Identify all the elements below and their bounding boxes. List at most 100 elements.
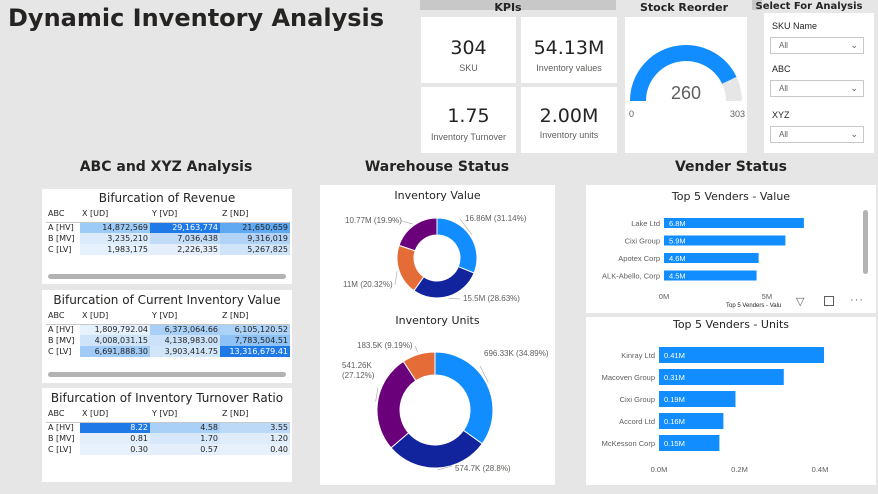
matrix-revenue-card: Bifurcation of Revenue ABC X [UD] Y [VD] Z … [42,189,292,284]
kpi-header: KPIs [494,1,522,14]
kpi-card-inventory-units: 2.00M Inventory units [521,87,617,153]
matrix-row-label: A [HV] [48,325,74,335]
matrix-row-label: B [MV] [48,434,75,443]
matrix-column-header[interactable]: Z [ND] [220,406,290,423]
matrix-row: A [HV] 14,872,569 29,163,774 21,650,659 [46,222,290,233]
matrix-cell: 6,373,064.66 [150,324,220,335]
donut-data-label: 10.77M (19.9%) [345,216,402,225]
stock-reorder-gauge-card: 260 0 303 [625,17,747,153]
bar-category-label: Accord Ltd [619,417,655,426]
bar-category-label: McKesson Corp [602,439,655,448]
matrix-inventory-value-table: ABC X [UD] Y [VD] Z [ND] A [HV] 1,809,792.04 6… [46,308,290,357]
bar-data-label: 4.5M [669,272,686,281]
slicer-label-xyz: XYZ [772,110,790,120]
tooltip-label: Top 5 Venders - Valu [726,303,782,309]
bar-data-label: 0.16M [664,417,685,426]
donut-data-label: 15.5M (28.63%) [463,294,520,303]
more-options-icon[interactable]: ··· [850,294,864,306]
kpi-card-inventory-values: 54.13M Inventory values [521,17,617,83]
donut-inventory-units: 696.33K (34.89%) 574.7K (28.8%) 541.26K(27… [342,341,549,473]
bar-category-label: Apotex Corp [618,254,660,263]
bar-data-label: 0.41M [664,351,685,360]
matrix-header-row: ABC X [UD] Y [VD] Z [ND] [46,406,290,423]
matrix-cell: 4,138,983.00 [150,335,220,346]
vender-value-chart-card: Top 5 Venders - Value Lake Ltd 6.8M Cixi G… [586,185,876,313]
matrix-column-header[interactable]: Z [ND] [220,206,290,223]
matrix-row-label: C [LV] [48,245,72,254]
kpi-label: SKU [459,63,478,73]
matrix-title: Bifurcation of Inventory Turnover Ratio [50,391,284,405]
matrix-column-header[interactable]: Y [VD] [150,206,220,223]
matrix-cell: 0.81 [80,433,150,444]
matrix-column-header[interactable]: Z [ND] [220,308,290,325]
leader-line [394,271,398,286]
leader-line [414,345,419,353]
kpi-value: 54.13M [533,37,605,59]
section-title-warehouse: Warehouse Status [364,159,510,175]
dropdown-value: All [779,84,788,93]
matrix-row-label: A [HV] [48,223,74,233]
donut-slice[interactable] [436,217,478,274]
kpi-card-sku: 304 SKU [421,17,516,83]
matrix-title: Bifurcation of Revenue [98,191,236,205]
axis-tick-label: 0.0M [651,465,668,474]
kpi-label: Inventory units [539,130,599,140]
matrix-cell: 7,783,504.51 [220,335,290,346]
matrix-cell: 6,691,888.30 [80,346,150,357]
matrix-row: C [LV] 6,691,888.30 3,903,414.75 13,316,679… [46,346,290,357]
dropdown-value: All [779,41,788,50]
matrix-cell: 1.70 [150,433,220,444]
matrix-column-header[interactable]: X [UD] [80,406,150,423]
donut-data-label: 574.7K (28.8%) [455,464,511,473]
matrix-row: A [HV] 1,809,792.04 6,373,064.66 6,105,120.… [46,324,290,335]
vertical-scrollbar[interactable] [863,210,868,274]
bar-data-label: 4.6M [669,254,686,263]
bar-category-label: Cixi Group [620,395,655,404]
matrix-row-label: B [MV] [48,336,75,345]
vender-units-chart-card: Top 5 Venders - Units Kinray Ltd 0.41M Mac… [586,317,876,485]
donut-slice[interactable] [398,217,438,252]
matrix-column-header[interactable]: X [UD] [80,206,150,223]
slicer-dropdown-abc[interactable]: All ⌄ [770,80,864,97]
matrix-row: B [MV] 3,235,210 7,036,438 9,316,019 [46,233,290,244]
gauge-value: 260 [671,83,701,103]
matrix-cell: 1.20 [220,433,290,444]
bar-category-label: ALK-Abello, Corp [602,272,660,281]
matrix-title: Bifurcation of Current Inventory Value [53,293,281,307]
donut-slice[interactable] [434,351,494,445]
matrix-cell: 0.57 [150,444,220,455]
matrix-cell: 5,267,825 [220,244,290,255]
horizontal-scrollbar[interactable] [48,274,286,279]
kpi-value: 2.00M [539,105,599,127]
matrix-column-header[interactable]: ABC [46,206,80,223]
filter-icon[interactable]: ▽ [796,295,804,308]
matrix-row: A [HV] 8.22 4.58 3.55 [46,422,290,433]
bar-data-label: 5.9M [669,237,686,246]
matrix-row-label: C [LV] [48,445,72,454]
matrix-turnover-card: Bifurcation of Inventory Turnover Ratio … [42,388,292,482]
page-title: Dynamic Inventory Analysis [8,4,385,32]
matrix-column-header[interactable]: Y [VD] [150,308,220,325]
slicer-dropdown-xyz[interactable]: All ⌄ [770,126,864,143]
section-title-vender: Vender Status [674,159,788,175]
focus-mode-icon[interactable] [824,296,834,306]
slicer-dropdown-sku-name[interactable]: All ⌄ [770,37,864,54]
bar-data-label: 0.15M [664,439,685,448]
matrix-column-header[interactable]: ABC [46,308,80,325]
matrix-revenue-table: ABC X [UD] Y [VD] Z [ND] A [HV] 14,872,569 29,… [46,206,290,255]
matrix-row: B [MV] 0.81 1.70 1.20 [46,433,290,444]
matrix-cell: 29,163,774 [150,222,220,233]
chevron-down-icon: ⌄ [850,129,858,139]
matrix-cell: 3,903,414.75 [150,346,220,357]
axis-tick-label: 0M [659,292,669,301]
horizontal-scrollbar[interactable] [48,372,286,377]
matrix-column-header[interactable]: Y [VD] [150,406,220,423]
matrix-cell: 2,226,335 [150,244,220,255]
matrix-column-header[interactable]: ABC [46,406,80,423]
warehouse-donuts-card: Inventory Value 16.86M (31.14%) 15.5M (28… [320,185,555,485]
matrix-row: B [MV] 4,008,031.15 4,138,983.00 7,783,504.… [46,335,290,346]
donut-data-label: 696.33K (34.89%) [484,349,549,358]
bar-data-label: 0.31M [664,373,685,382]
kpi-value: 304 [450,37,487,59]
matrix-column-header[interactable]: X [UD] [80,308,150,325]
